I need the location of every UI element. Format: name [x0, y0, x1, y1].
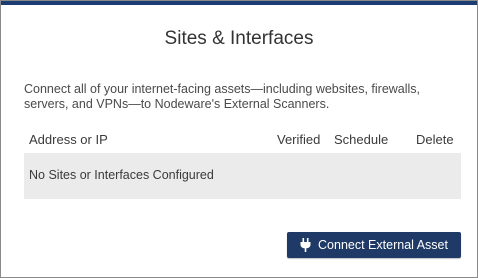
- connect-external-asset-button[interactable]: Connect External Asset: [287, 232, 461, 258]
- connect-button-label: Connect External Asset: [318, 238, 448, 252]
- table-header: Address or IP Verified Schedule Delete: [24, 132, 460, 148]
- column-header-schedule: Schedule: [334, 132, 389, 147]
- column-header-address: Address or IP: [29, 132, 108, 147]
- plug-icon: [300, 238, 311, 252]
- column-header-delete: Delete: [416, 132, 454, 147]
- panel-title: Sites & Interfaces: [164, 28, 314, 49]
- empty-state-message: No Sites or Interfaces Configured: [29, 168, 214, 182]
- top-accent-bar: [1, 1, 477, 5]
- column-header-verified: Verified: [277, 132, 321, 147]
- panel-description: Connect all of your internet-facing asse…: [24, 82, 421, 111]
- empty-table-row: No Sites or Interfaces Configured: [24, 153, 461, 199]
- sites-interfaces-panel: Sites & Interfaces Connect all of your i…: [0, 0, 478, 278]
